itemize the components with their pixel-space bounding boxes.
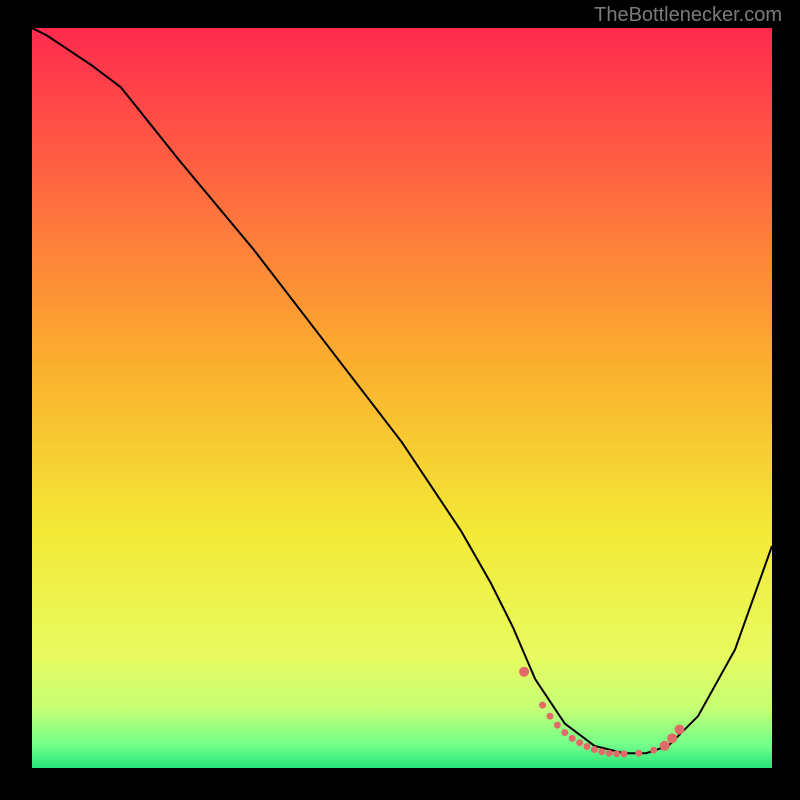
chart-area [32,28,772,768]
watermark-text: TheBottlenecker.com [594,4,782,27]
chart-background [32,28,772,768]
chart-container: TheBottlenecker.com [0,0,800,800]
